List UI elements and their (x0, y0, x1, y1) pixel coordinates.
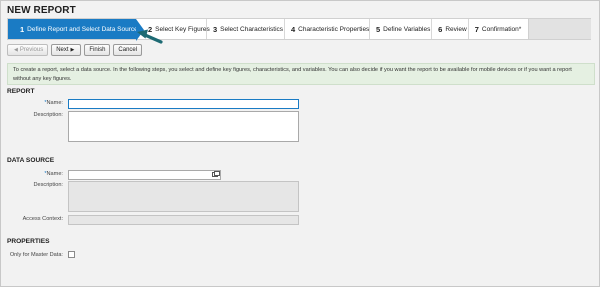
data-source-name-label-text: Name: (46, 171, 63, 177)
chevron-left-icon: ◀ (14, 47, 18, 53)
step-label: Select Characteristics (220, 25, 284, 33)
data-source-description-field (68, 181, 299, 212)
report-name-label-text: Name: (46, 100, 63, 106)
step-label: Review (445, 25, 467, 33)
wizard-toolbar: ◀ Previous Next ▶ Finish Cancel (7, 44, 143, 56)
finish-button[interactable]: Finish (84, 44, 111, 56)
steps-bar-filler (529, 18, 591, 40)
step-review[interactable]: 6 Review (432, 19, 468, 39)
step-number: 4 (290, 24, 296, 34)
chevron-right-icon: ▶ (70, 47, 75, 53)
step-number: 3 (212, 24, 218, 34)
next-button[interactable]: Next ▶ (51, 44, 82, 56)
master-data-checkbox[interactable] (68, 251, 75, 258)
section-heading-data-source: DATA SOURCE (7, 157, 55, 164)
step-number: 7 (474, 24, 479, 34)
step-characteristic-properties[interactable]: 4 Characteristic Properties (285, 19, 369, 39)
report-description-textarea[interactable] (68, 111, 299, 142)
section-heading-report: REPORT (7, 88, 35, 95)
step-number: 1 (20, 24, 25, 34)
report-description-label: Description: (33, 112, 63, 118)
step-label: Define Variables (383, 25, 431, 33)
step-label: Characteristic Properties (298, 25, 370, 33)
previous-button[interactable]: ◀ Previous (7, 44, 49, 56)
wizard-steps: 1 Define Report and Select Data Source* … (7, 18, 529, 41)
data-source-name-label: *Name: (9, 171, 63, 177)
next-button-label: Next (56, 47, 69, 53)
access-context-field (68, 215, 299, 225)
window-frame: NEW REPORT 1 Define Report and Select Da… (0, 0, 600, 287)
step-select-characteristics[interactable]: 3 Select Characteristics (207, 19, 284, 39)
report-name-label: *Name: (9, 100, 63, 106)
access-context-label: Access Context: (22, 216, 63, 222)
master-data-label: Only for Master Data: (9, 252, 63, 258)
info-message: To create a report, select a data source… (7, 63, 595, 85)
step-confirmation[interactable]: 7 Confirmation* (469, 19, 528, 39)
value-help-icon[interactable] (212, 171, 220, 177)
step-label: Define Report and Select Data Source* (27, 25, 141, 33)
step-label: Confirmation* (481, 25, 522, 33)
previous-button-label: Previous (19, 47, 44, 53)
data-source-name-input[interactable] (68, 170, 221, 180)
annotation-arrow-icon (137, 29, 163, 44)
step-define-variables[interactable]: 5 Define Variables (370, 19, 431, 39)
step-define-report[interactable]: 1 Define Report and Select Data Source* (8, 19, 144, 41)
cancel-button[interactable]: Cancel (113, 44, 143, 56)
report-name-input[interactable] (68, 99, 299, 109)
step-number: 6 (438, 24, 443, 34)
data-source-description-label: Description: (33, 182, 63, 188)
step-number: 5 (375, 24, 381, 34)
page-title: NEW REPORT (7, 5, 76, 16)
section-heading-properties: PROPERTIES (7, 238, 50, 245)
